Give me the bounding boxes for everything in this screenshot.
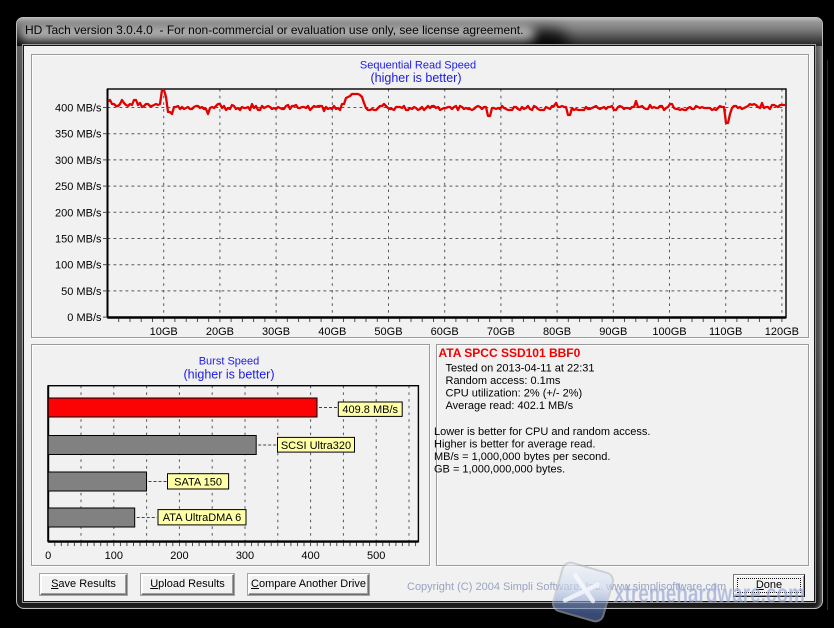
- svg-text:100 MB/s: 100 MB/s: [55, 260, 102, 272]
- svg-text:MB/s = 1,000,000 bytes per sec: MB/s = 1,000,000 bytes per second.: [434, 451, 610, 463]
- svg-text:30GB: 30GB: [262, 326, 290, 338]
- svg-text:0 MB/s: 0 MB/s: [67, 312, 102, 324]
- svg-text:200: 200: [170, 550, 188, 562]
- svg-text:350 MB/s: 350 MB/s: [55, 129, 102, 141]
- svg-text:80GB: 80GB: [543, 326, 571, 338]
- svg-text:Sequential Read Speed: Sequential Read Speed: [360, 60, 476, 72]
- svg-text:CPU utilization: 2% (+/- 2%): CPU utilization: 2% (+/- 2%): [446, 388, 583, 400]
- svg-text:Average read: 402.1 MB/s: Average read: 402.1 MB/s: [446, 400, 574, 412]
- svg-text:SCSI Ultra320: SCSI Ultra320: [281, 440, 351, 452]
- svg-text:150 MB/s: 150 MB/s: [55, 234, 102, 246]
- svg-text:10GB: 10GB: [150, 326, 178, 338]
- svg-text:ATA SPCC SSD101 BBF0: ATA SPCC SSD101 BBF0: [439, 346, 581, 360]
- svg-text:40GB: 40GB: [318, 326, 346, 338]
- svg-text:200 MB/s: 200 MB/s: [55, 207, 102, 219]
- svg-text:(higher is better): (higher is better): [370, 71, 461, 85]
- svg-text:110GB: 110GB: [709, 326, 742, 338]
- svg-text:90GB: 90GB: [599, 326, 627, 338]
- svg-text:100: 100: [105, 550, 123, 562]
- svg-text:20GB: 20GB: [206, 326, 234, 338]
- svg-text:SATA 150: SATA 150: [174, 476, 222, 488]
- svg-text:500: 500: [367, 550, 385, 562]
- svg-text:60GB: 60GB: [431, 326, 459, 338]
- svg-text:50GB: 50GB: [374, 326, 402, 338]
- svg-text:409.8 MB/s: 409.8 MB/s: [342, 404, 398, 416]
- svg-text:ATA UltraDMA 6: ATA UltraDMA 6: [163, 512, 241, 524]
- svg-text:300: 300: [236, 550, 254, 562]
- svg-text:100GB: 100GB: [652, 326, 686, 338]
- svg-text:400 MB/s: 400 MB/s: [55, 103, 102, 115]
- svg-text:0: 0: [45, 550, 51, 562]
- svg-text:Burst Speed: Burst Speed: [199, 356, 260, 368]
- svg-text:400: 400: [301, 550, 319, 562]
- svg-text:xtremehardware.com: xtremehardware.com: [614, 578, 805, 608]
- svg-text:(higher is better): (higher is better): [183, 368, 274, 382]
- svg-text:120GB: 120GB: [765, 326, 799, 338]
- svg-text:Random access: 0.1ms: Random access: 0.1ms: [446, 375, 561, 387]
- svg-text:Lower is better for CPU and ra: Lower is better for CPU and random acces…: [434, 426, 650, 438]
- svg-text:Tested on 2013-04-11 at 22:31: Tested on 2013-04-11 at 22:31: [446, 363, 595, 375]
- svg-text:70GB: 70GB: [487, 326, 515, 338]
- svg-text:250 MB/s: 250 MB/s: [55, 181, 102, 193]
- svg-text:300 MB/s: 300 MB/s: [55, 155, 102, 167]
- svg-text:Higher is better for average r: Higher is better for average read.: [434, 439, 595, 451]
- svg-text:GB = 1,000,000,000 bytes.: GB = 1,000,000,000 bytes.: [434, 464, 565, 476]
- svg-text:50 MB/s: 50 MB/s: [61, 286, 102, 298]
